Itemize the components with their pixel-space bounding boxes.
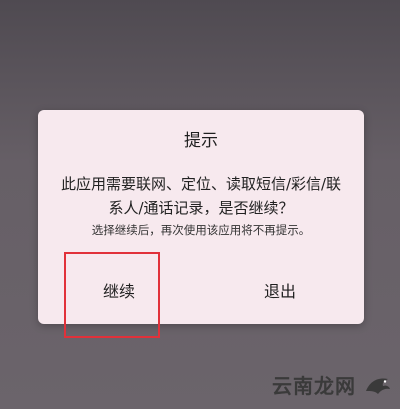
dialog-actions: 继续 退出 [38,270,364,310]
site-watermark: 云南龙网 [272,370,394,399]
dialog-title: 提示 [184,131,218,151]
dragon-logo-icon [366,378,390,394]
phone-screen: 提示 此应用需要联网、定位、读取短信/彩信/联系人/通话记录，是否继续？ 选择继… [0,0,400,409]
exit-button[interactable]: 退出 [264,278,296,302]
continue-button[interactable]: 继续 [103,278,135,302]
dialog-note: 选择继续后，再次使用该应用将不再提示。 [91,223,311,237]
dialog-message: 此应用需要联网、定位、读取短信/彩信/联系人/通话记录，是否继续？ [60,175,342,217]
watermark-text: 云南龙网 [272,374,356,398]
permission-dialog: 提示 此应用需要联网、定位、读取短信/彩信/联系人/通话记录，是否继续？ 选择继… [38,110,364,324]
